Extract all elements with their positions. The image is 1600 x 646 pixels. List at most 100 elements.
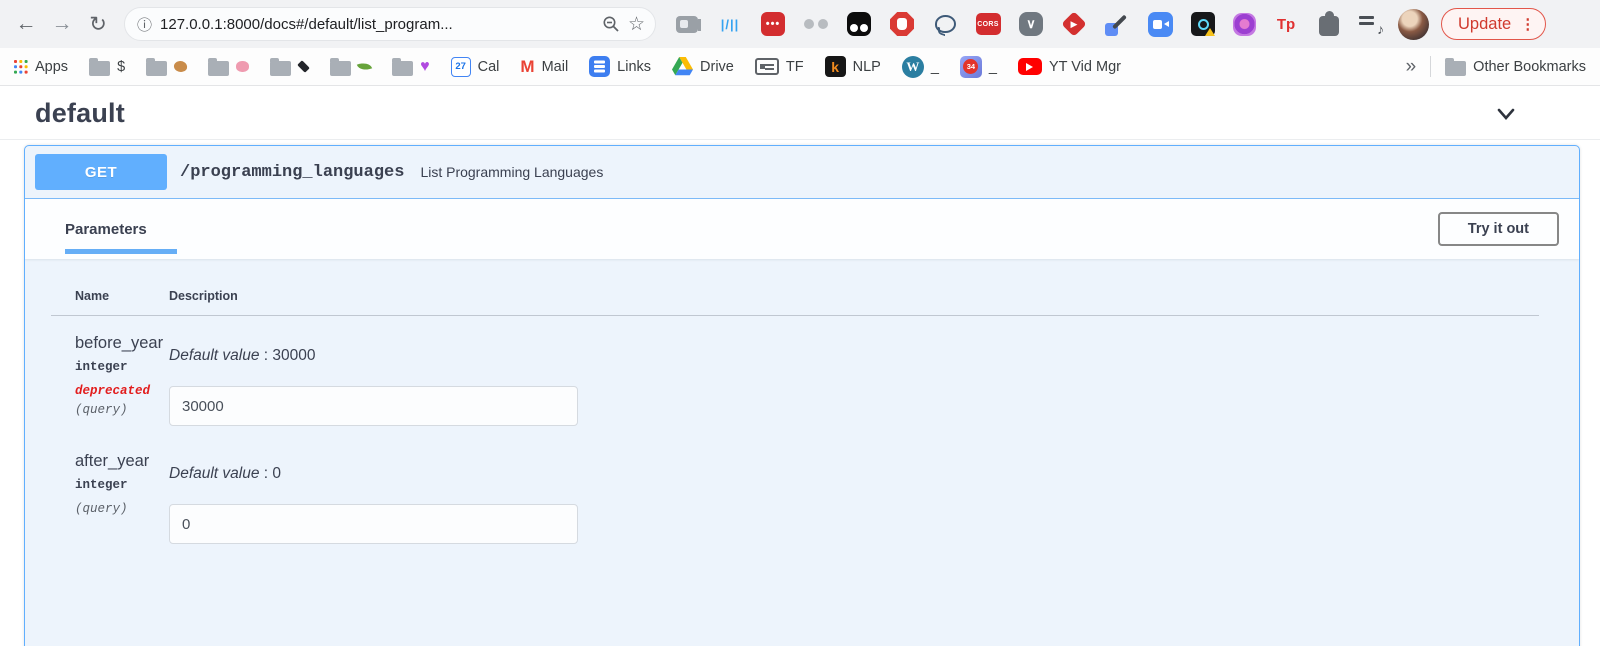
tp-extension-icon[interactable]: Tp — [1273, 11, 1299, 37]
wordpress-icon: W — [902, 56, 924, 78]
before-year-input[interactable] — [169, 386, 578, 426]
address-bar[interactable]: ⓘ 127.0.0.1:8000/docs#/default/list_prog… — [124, 7, 656, 41]
param-description-cell: Default value : 0 — [169, 426, 1539, 544]
bookmark-folder-graduation[interactable] — [270, 58, 309, 76]
get-operation-block: GET /programming_languages List Programm… — [24, 145, 1580, 646]
bookmark-mail[interactable]: M Mail — [520, 57, 568, 77]
bookmark-nlp[interactable]: k NLP — [825, 56, 881, 77]
kaggle-k-icon: k — [825, 56, 846, 77]
bookmarks-bar: Apps $ ♥ 27 Cal M Mail Links Drive — [0, 48, 1600, 86]
apps-grid-icon — [14, 60, 28, 74]
param-name-cell: before_year integer deprecated (query) — [51, 316, 169, 426]
share-arrow-extension-icon[interactable]: ▶ — [1061, 11, 1087, 37]
bookmark-drive[interactable]: Drive — [672, 57, 734, 76]
cors-extension-icon[interactable]: CORS — [975, 11, 1001, 37]
column-header-name: Name — [51, 259, 169, 316]
folder-icon — [270, 61, 291, 76]
extensions-puzzle-icon[interactable] — [1316, 11, 1342, 37]
bookmark-tf[interactable]: TF — [755, 58, 804, 75]
video-call-extension-icon[interactable] — [1147, 11, 1173, 37]
bookmark-calendar-34[interactable]: 34 _ — [960, 56, 997, 78]
try-it-out-button[interactable]: Try it out — [1438, 212, 1559, 246]
param-type: integer — [75, 478, 169, 492]
gmail-icon: M — [520, 57, 534, 77]
param-location: (query) — [75, 403, 169, 417]
calendar-34-icon: 34 — [960, 56, 982, 78]
forward-icon[interactable]: → — [44, 6, 80, 42]
herb-icon — [357, 60, 372, 73]
react-devtools-extension-icon[interactable] — [1190, 11, 1216, 37]
screenshot-chat-extension-icon[interactable] — [674, 11, 700, 37]
graduation-cap-icon — [297, 60, 310, 73]
param-deprecated-label: deprecated — [75, 384, 169, 398]
bookmark-wordpress[interactable]: W _ — [902, 56, 939, 78]
tag-section-header[interactable]: default — [0, 86, 1600, 140]
folder-icon — [1445, 61, 1466, 76]
after-year-input[interactable] — [169, 504, 578, 544]
update-label: Update — [1458, 15, 1511, 34]
bookmark-folder-brain[interactable] — [208, 58, 249, 76]
tab-parameters: Parameters — [65, 199, 147, 259]
operation-path: /programming_languages — [180, 163, 404, 182]
bookmark-calendar[interactable]: 27 Cal — [451, 57, 500, 77]
other-bookmarks[interactable]: Other Bookmarks — [1445, 58, 1586, 76]
music-playlist-extension-icon[interactable]: ♪ — [1359, 13, 1384, 35]
back-icon[interactable]: ← — [8, 6, 44, 42]
operation-summary[interactable]: GET /programming_languages List Programm… — [25, 146, 1579, 199]
google-calendar-icon: 27 — [451, 57, 471, 77]
binoculars-extension-icon[interactable] — [803, 11, 829, 37]
bookmark-folder-purple-heart[interactable]: ♥ — [392, 58, 430, 76]
profile-avatar[interactable] — [1398, 9, 1429, 40]
color-picker-extension-icon[interactable] — [1104, 11, 1130, 37]
param-name-cell: after_year integer (query) — [51, 426, 169, 544]
bookmark-folder-herb[interactable] — [330, 58, 371, 76]
param-default-line: Default value : 30000 — [169, 347, 1539, 365]
parameters-table: Name Description before_year integer dep… — [51, 259, 1539, 544]
param-type: integer — [75, 360, 169, 374]
carousel-horse-icon — [173, 60, 187, 73]
pocket-extension-icon[interactable]: ∨ — [1018, 11, 1044, 37]
purple-heart-icon: ♥ — [420, 59, 430, 75]
extensions-row: |/|| ••• CORS ∨ ▶ Tp ♪ — [674, 11, 1384, 37]
swagger-page: default GET /programming_languages List … — [0, 86, 1600, 646]
bookmark-apps[interactable]: Apps — [14, 59, 68, 75]
parameters-section-header: Parameters Try it out — [25, 199, 1579, 259]
param-default-line: Default value : 0 — [169, 465, 1539, 483]
update-button[interactable]: Update ⋮ — [1441, 8, 1546, 40]
param-name: before_year — [75, 334, 169, 353]
flower-extension-icon[interactable] — [1233, 13, 1256, 36]
folder-icon — [146, 61, 167, 76]
get-method-button[interactable]: GET — [35, 154, 167, 190]
folder-icon — [208, 61, 229, 76]
folder-icon — [330, 61, 351, 76]
brain-icon — [236, 61, 249, 72]
zoom-out-icon[interactable] — [602, 15, 620, 33]
kebab-menu-icon[interactable]: ⋮ — [1520, 17, 1535, 32]
browser-toolbar: ← → ↻ ⓘ 127.0.0.1:8000/docs#/default/lis… — [0, 0, 1600, 48]
speech-bubble-extension-icon[interactable] — [932, 11, 958, 37]
param-location: (query) — [75, 502, 169, 516]
page-title: default — [35, 98, 125, 129]
bookmark-star-icon[interactable]: ☆ — [628, 13, 645, 36]
bookmarks-overflow-chevron[interactable]: » — [1406, 56, 1417, 78]
url-text: 127.0.0.1:8000/docs#/default/list_progra… — [160, 16, 594, 33]
param-name: after_year — [75, 452, 169, 471]
youtube-icon — [1018, 58, 1042, 75]
parameters-body: Name Description before_year integer dep… — [25, 259, 1579, 544]
operation-summary-text: List Programming Languages — [420, 164, 603, 180]
bookmarks-divider — [1430, 56, 1431, 77]
bookmark-folder-dollar[interactable]: $ — [89, 58, 125, 76]
chevron-down-icon[interactable] — [1492, 102, 1520, 126]
folder-icon — [89, 61, 110, 76]
black-dots-extension-icon[interactable] — [846, 11, 872, 37]
stop-hand-blocker-extension-icon[interactable] — [889, 11, 915, 37]
bookmark-yt-vid-mgr[interactable]: YT Vid Mgr — [1018, 58, 1121, 75]
bookmark-links[interactable]: Links — [589, 56, 651, 77]
password-manager-extension-icon[interactable]: ••• — [760, 11, 786, 37]
reload-icon[interactable]: ↻ — [80, 6, 116, 42]
site-info-icon[interactable]: ⓘ — [137, 14, 152, 35]
column-header-description: Description — [169, 259, 1539, 316]
bookmark-folder-horse[interactable] — [146, 58, 187, 76]
param-description-cell: Default value : 30000 — [169, 316, 1539, 426]
pipes-extension-icon[interactable]: |/|| — [717, 11, 743, 37]
